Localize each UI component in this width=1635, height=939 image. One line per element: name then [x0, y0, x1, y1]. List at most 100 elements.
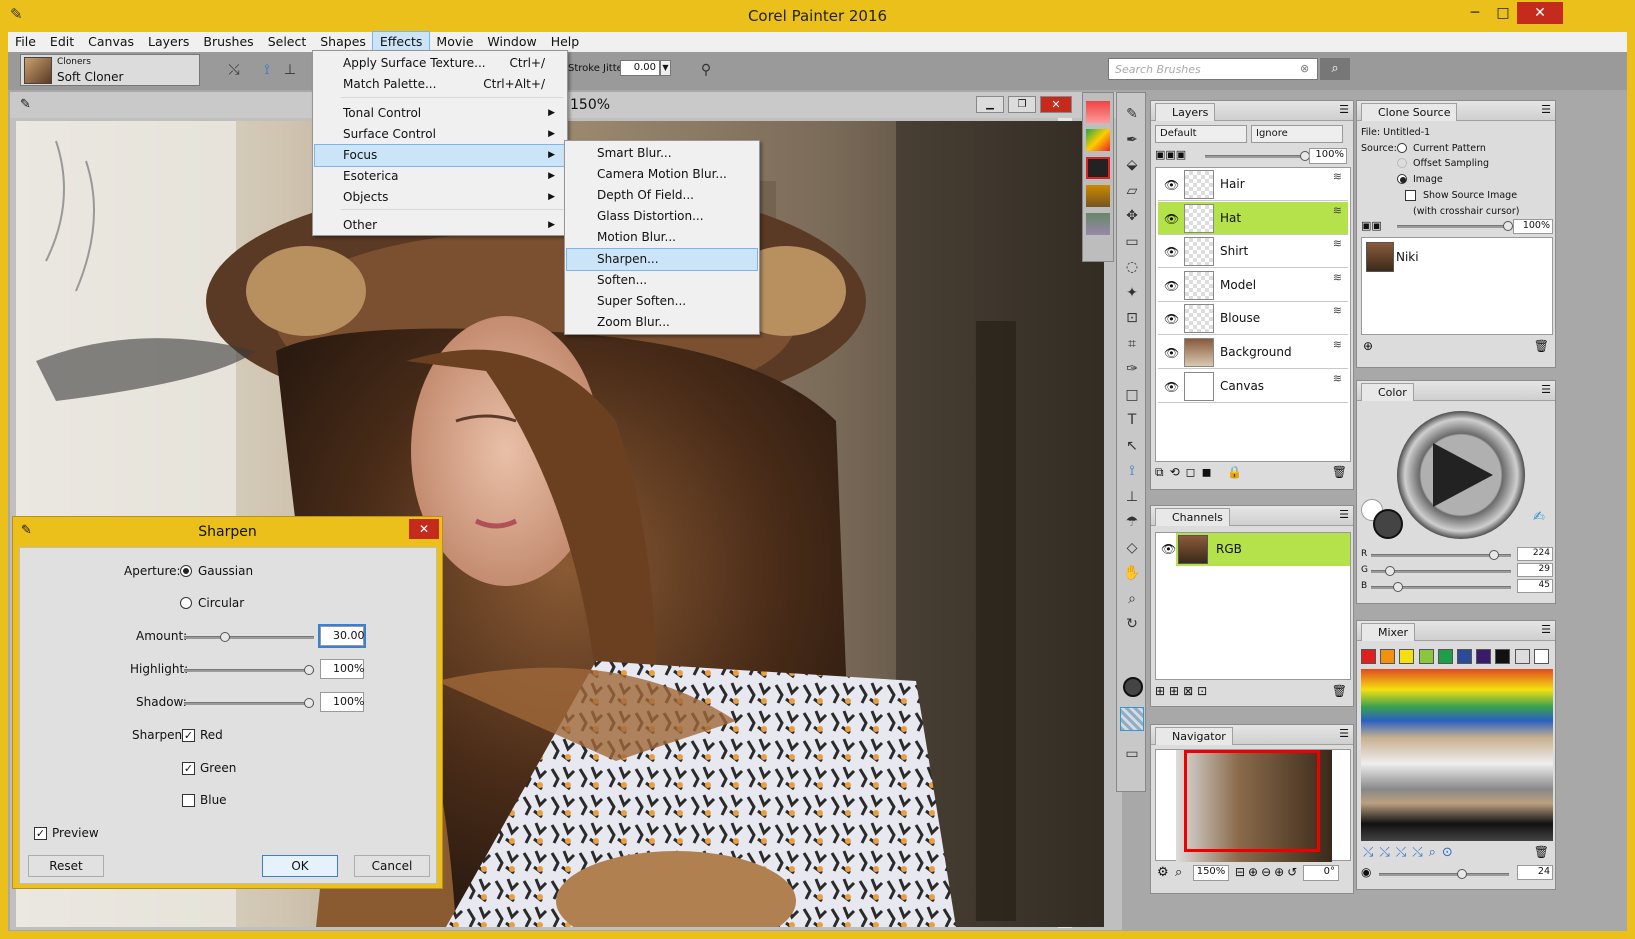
- layers-tab[interactable]: Layers: [1155, 103, 1216, 121]
- channels-footer-icons[interactable]: ⊞⊞⊠⊡: [1155, 684, 1211, 698]
- clone-source-row[interactable]: Niki: [1364, 240, 1550, 274]
- layer-opacity-value[interactable]: 100%: [1309, 148, 1347, 164]
- layer-visibility-eye-icon[interactable]: 👁: [1164, 178, 1179, 192]
- navigator-viewport[interactable]: [1184, 750, 1320, 852]
- clone-source-tab[interactable]: Clone Source: [1361, 103, 1458, 121]
- sharpen-green-checkbox[interactable]: ✓: [182, 762, 195, 775]
- stamp-option-icon[interactable]: ⊥: [278, 59, 302, 81]
- effects-item-match-palette[interactable]: Match Palette... Ctrl+Alt+/: [315, 74, 565, 95]
- mixer-swatch[interactable]: [1514, 649, 1530, 664]
- layers-footer-icons[interactable]: ⧉⟲◻◼ 🔒: [1155, 465, 1248, 480]
- composite-method-select[interactable]: Default: [1155, 125, 1247, 143]
- mixer-brush-size-value[interactable]: 24: [1517, 865, 1553, 880]
- focus-item-glass-distortion[interactable]: Glass Distortion...: [567, 206, 757, 227]
- text-tool-icon[interactable]: T: [1120, 409, 1144, 431]
- effects-item-objects[interactable]: Objects ▶: [315, 187, 565, 208]
- brush-tool-icon[interactable]: ✎: [1120, 103, 1144, 125]
- clone-option-icon[interactable]: ⟟: [255, 59, 279, 81]
- minimize-button[interactable]: ─: [1460, 2, 1490, 24]
- search-icon[interactable]: ⌕: [1320, 58, 1350, 80]
- effects-item-other[interactable]: Other ▶: [315, 215, 565, 236]
- doc-minimize-button[interactable]: ▁: [976, 96, 1004, 113]
- rect-select-icon[interactable]: ▭: [1120, 231, 1144, 253]
- stroke-jitter-input[interactable]: 0.00: [620, 60, 660, 76]
- navigator-zoom-buttons[interactable]: ⊟⊕⊖⊕↺: [1235, 865, 1300, 879]
- mixer-pad[interactable]: [1361, 669, 1553, 841]
- magic-wand-icon[interactable]: ✦: [1120, 282, 1144, 304]
- channels-tab[interactable]: Channels: [1155, 508, 1230, 526]
- source-image-radio[interactable]: [1397, 174, 1407, 184]
- pattern-library-icon[interactable]: [1086, 157, 1110, 179]
- focus-item-smart-blur[interactable]: Smart Blur...: [567, 143, 757, 164]
- focus-item-motion-blur[interactable]: Motion Blur...: [567, 227, 757, 248]
- mixer-brush-icon[interactable]: ◉: [1361, 865, 1371, 879]
- menu-file[interactable]: File: [8, 32, 43, 52]
- menu-brushes[interactable]: Brushes: [196, 32, 260, 52]
- pen-tool-icon[interactable]: ✑: [1120, 358, 1144, 380]
- mixer-brush-size-slider[interactable]: [1379, 869, 1509, 879]
- panel-menu-icon[interactable]: ☰: [1339, 727, 1349, 740]
- delete-channel-icon[interactable]: 🗑: [1332, 684, 1347, 698]
- toolbox-paper-icon[interactable]: [1120, 707, 1144, 731]
- g-knob[interactable]: [1385, 566, 1395, 576]
- magnifier-icon[interactable]: ⌕: [1120, 588, 1144, 610]
- menu-shapes[interactable]: Shapes: [313, 32, 373, 52]
- navigator-zoom-icon[interactable]: ⌕: [1175, 865, 1182, 880]
- layer-opacity-slider[interactable]: [1205, 151, 1310, 161]
- main-color-swatch[interactable]: [1373, 509, 1403, 539]
- highlight-input[interactable]: 100%: [320, 659, 364, 679]
- effects-item-apply-surface-texture[interactable]: Apply Surface Texture... Ctrl+/: [315, 53, 565, 74]
- rubber-stamp-icon[interactable]: ⊥: [1120, 486, 1144, 508]
- layer-row-shirt[interactable]: 👁 Shirt ≋: [1158, 235, 1348, 269]
- source-current-pattern-radio[interactable]: [1397, 143, 1407, 153]
- brush-tool-option-icon[interactable]: ⤯: [222, 59, 246, 81]
- reset-button[interactable]: Reset: [28, 855, 104, 877]
- gradient-library-icon[interactable]: [1086, 129, 1110, 151]
- menu-movie[interactable]: Movie: [429, 32, 480, 52]
- focus-item-soften[interactable]: Soften...: [567, 270, 757, 291]
- layer-visibility-eye-icon[interactable]: 👁: [1164, 279, 1179, 293]
- look-library-icon[interactable]: [1086, 213, 1110, 235]
- menu-effects[interactable]: Effects: [371, 31, 431, 53]
- screen-mode-icon[interactable]: ▭: [1120, 743, 1144, 765]
- highlight-slider[interactable]: [184, 665, 314, 675]
- ok-button[interactable]: OK: [262, 855, 338, 877]
- mixer-tab[interactable]: Mixer: [1361, 623, 1416, 641]
- close-button[interactable]: ✕: [1517, 2, 1563, 24]
- r-slider[interactable]: [1371, 550, 1511, 560]
- navigator-preview[interactable]: [1155, 749, 1351, 862]
- paper-library-icon[interactable]: [1086, 101, 1110, 123]
- mixer-swatch[interactable]: [1495, 649, 1511, 664]
- r-value[interactable]: 224: [1517, 547, 1553, 561]
- color-triangle[interactable]: [1427, 439, 1499, 511]
- doc-restore-button[interactable]: ❐: [1008, 96, 1036, 113]
- layer-lock-icons[interactable]: ▣▣▣: [1155, 148, 1186, 161]
- clone-opacity-knob[interactable]: [1503, 221, 1513, 231]
- aperture-gaussian-radio[interactable]: [180, 565, 192, 577]
- layer-visibility-eye-icon[interactable]: 👁: [1164, 380, 1179, 394]
- b-value[interactable]: 45: [1517, 579, 1553, 593]
- sharpen-red-checkbox[interactable]: ✓: [182, 729, 195, 742]
- focus-item-zoom-blur[interactable]: Zoom Blur...: [567, 312, 757, 333]
- maximize-button[interactable]: □: [1488, 2, 1518, 24]
- g-slider[interactable]: [1371, 566, 1511, 576]
- doc-close-button[interactable]: ✕: [1040, 96, 1072, 113]
- layer-row-blouse[interactable]: 👁 Blouse ≋: [1158, 302, 1348, 336]
- mixer-swatch[interactable]: [1457, 649, 1472, 664]
- shadow-knob[interactable]: [304, 698, 314, 708]
- amount-knob[interactable]: [220, 632, 230, 642]
- menu-select[interactable]: Select: [261, 32, 314, 52]
- transform-icon[interactable]: ⊡: [1120, 307, 1144, 329]
- mixer-brush-size-knob[interactable]: [1457, 869, 1467, 879]
- focus-item-depth-of-field[interactable]: Depth Of Field...: [567, 185, 757, 206]
- menu-help[interactable]: Help: [544, 32, 587, 52]
- focus-item-super-soften[interactable]: Super Soften...: [567, 291, 757, 312]
- mixer-clear-icon[interactable]: 🗑: [1534, 845, 1549, 859]
- menu-edit[interactable]: Edit: [43, 32, 81, 52]
- panel-menu-icon[interactable]: ☰: [1541, 103, 1551, 116]
- preserve-select[interactable]: Ignore: [1251, 125, 1343, 143]
- amount-input[interactable]: 30.00: [318, 624, 366, 648]
- mixer-swatch[interactable]: [1437, 649, 1453, 664]
- brush-selector[interactable]: Cloners Soft Cloner: [20, 54, 200, 86]
- channel-eye-icon[interactable]: 👁: [1161, 542, 1176, 556]
